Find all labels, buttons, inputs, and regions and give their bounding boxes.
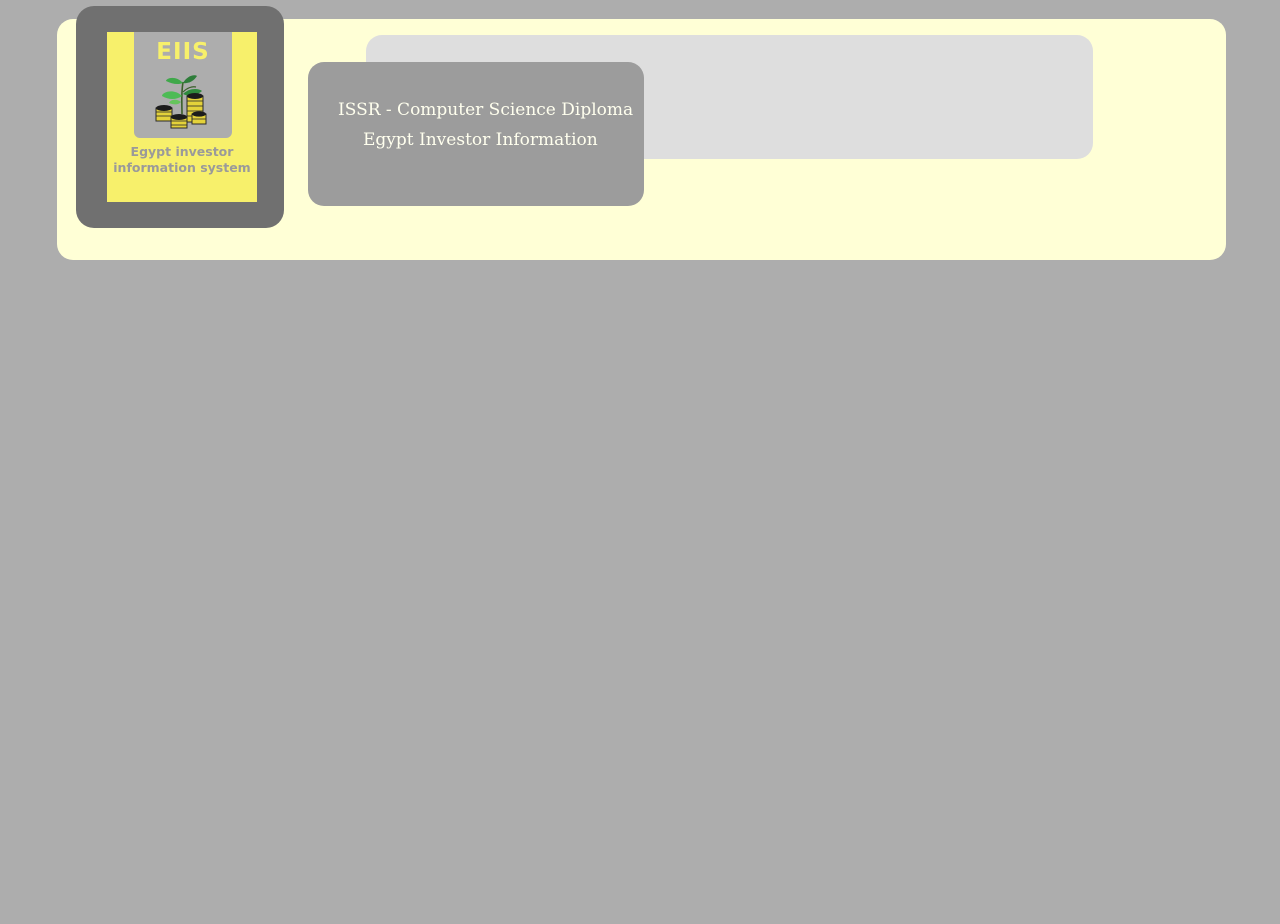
logo-abbreviation: EIIS <box>156 39 210 65</box>
header-title-line-1: ISSR - Computer Science Diploma <box>338 100 634 120</box>
header-title-line-2: Egypt Investor Information <box>363 130 598 150</box>
header-title-box: ISSR - Computer Science Diploma Egypt In… <box>308 62 644 206</box>
logo-badge: EIIS <box>134 32 232 138</box>
logo: EIIS Egypt investor information system <box>107 32 257 202</box>
logo-frame: EIIS Egypt investor information system <box>76 6 284 228</box>
page: EIIS Egypt investor information system I… <box>0 0 1280 924</box>
logo-caption: Egypt investor information system <box>113 144 251 175</box>
plant-and-coins-icon <box>155 75 207 129</box>
